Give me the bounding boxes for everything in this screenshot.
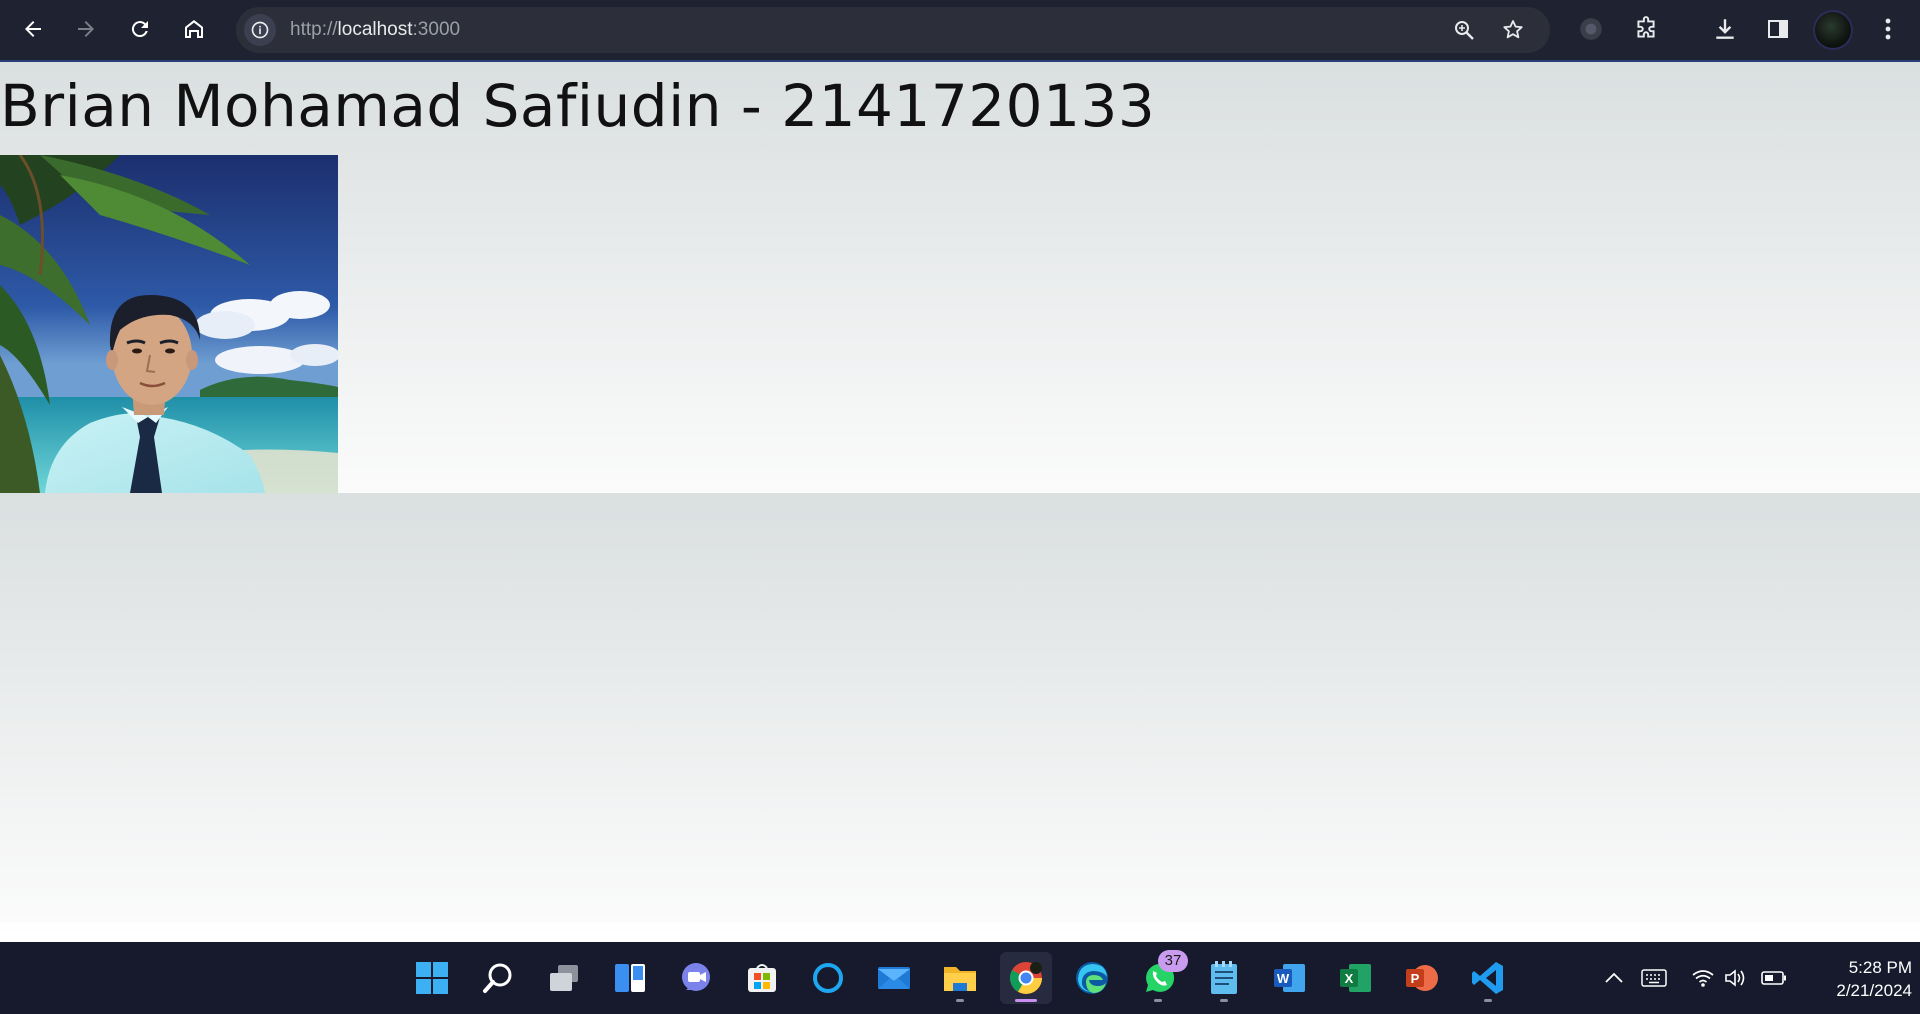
profile-photo (0, 155, 338, 493)
store-bag-icon (748, 964, 776, 992)
mail-button[interactable] (868, 952, 920, 1004)
arrow-left-icon (25, 21, 41, 37)
profile-section: Brian Mohamad Safiudin - 2141720133 (0, 64, 1920, 493)
page-viewport: Brian Mohamad Safiudin - 2141720133 (0, 64, 1920, 942)
chrome-button[interactable] (1000, 952, 1052, 1004)
keyboard-icon[interactable] (1641, 966, 1667, 990)
page-title: Brian Mohamad Safiudin - 2141720133 (0, 72, 1156, 140)
back-button[interactable] (15, 11, 51, 47)
cortana-button[interactable] (802, 952, 854, 1004)
wifi-icon[interactable] (1690, 966, 1716, 990)
home-button[interactable] (176, 11, 212, 47)
system-clock[interactable]: 5:28 PM 2/21/2024 (1792, 956, 1912, 1002)
cortana-ring-icon (813, 963, 843, 993)
widgets-icon (615, 964, 645, 992)
url-scheme: http:// (290, 19, 338, 40)
powerpoint-button[interactable]: P (1396, 952, 1448, 1004)
search-button[interactable] (472, 952, 524, 1004)
notepad-icon (1211, 961, 1237, 994)
vscode-button[interactable] (1462, 952, 1514, 1004)
start-button[interactable] (406, 952, 458, 1004)
windows-logo-icon (416, 962, 448, 994)
running-indicator (1154, 999, 1162, 1002)
widgets-button[interactable] (604, 952, 656, 1004)
powerpoint-icon: P (1406, 965, 1438, 991)
edge-button[interactable] (1066, 952, 1118, 1004)
info-icon (251, 21, 269, 39)
excel-button[interactable]: X (1330, 952, 1382, 1004)
windows-taskbar: 37 W X P 5:28 PM 2/21/2024 (0, 942, 1920, 1014)
task-view-button[interactable] (538, 952, 590, 1004)
running-indicator (1220, 999, 1228, 1002)
chat-icon (682, 963, 710, 991)
profile-avatar[interactable] (1815, 12, 1851, 48)
menu-kebab-icon[interactable] (1874, 15, 1902, 43)
folder-icon (944, 967, 976, 991)
home-icon (185, 20, 203, 38)
site-info-button[interactable] (244, 14, 276, 46)
url-port: :3000 (412, 19, 461, 40)
svg-text:X: X (1345, 971, 1354, 986)
arrow-right-icon (78, 21, 94, 37)
reload-button[interactable] (122, 11, 158, 47)
url-text[interactable]: http://localhost:3000 (290, 7, 460, 53)
task-view-icon (550, 965, 578, 991)
browser-toolbar: http://localhost:3000 (0, 0, 1920, 62)
running-indicator (1484, 999, 1492, 1002)
notepad-button[interactable] (1198, 952, 1250, 1004)
show-hidden-icons-chevron-icon[interactable] (1601, 966, 1627, 990)
volume-icon[interactable] (1722, 966, 1748, 990)
mail-envelope-icon (878, 967, 910, 989)
search-icon (483, 963, 512, 993)
whatsapp-button[interactable]: 37 (1132, 950, 1188, 1004)
word-button[interactable]: W (1264, 952, 1316, 1004)
svg-text:W: W (1277, 971, 1290, 986)
running-indicator (956, 999, 964, 1002)
microsoft-store-button[interactable] (736, 952, 788, 1004)
empty-section (0, 493, 1920, 923)
extensions-puzzle-icon[interactable] (1632, 15, 1660, 43)
zoom-icon[interactable] (1452, 18, 1476, 42)
clock-date: 2/21/2024 (1836, 981, 1912, 1000)
teams-chat-button[interactable] (670, 952, 722, 1004)
battery-icon[interactable] (1761, 966, 1787, 990)
extension-circle-icon[interactable] (1577, 15, 1605, 43)
notification-badge: 37 (1158, 950, 1188, 972)
chrome-icon (1009, 962, 1042, 994)
file-explorer-button[interactable] (934, 952, 986, 1004)
clock-time: 5:28 PM (1848, 958, 1912, 977)
excel-icon: X (1340, 964, 1371, 992)
bookmark-star-icon[interactable] (1501, 18, 1525, 42)
downloads-icon[interactable] (1711, 15, 1739, 43)
side-panel-icon[interactable] (1764, 15, 1792, 43)
svg-text:P: P (1411, 971, 1420, 986)
reload-icon (131, 21, 148, 38)
forward-button[interactable] (68, 11, 104, 47)
running-indicator (1015, 999, 1037, 1002)
edge-icon (1076, 962, 1108, 994)
word-icon: W (1274, 964, 1305, 992)
address-bar[interactable]: http://localhost:3000 (236, 7, 1550, 53)
vscode-icon (1472, 962, 1503, 994)
url-host: localhost (337, 19, 413, 40)
